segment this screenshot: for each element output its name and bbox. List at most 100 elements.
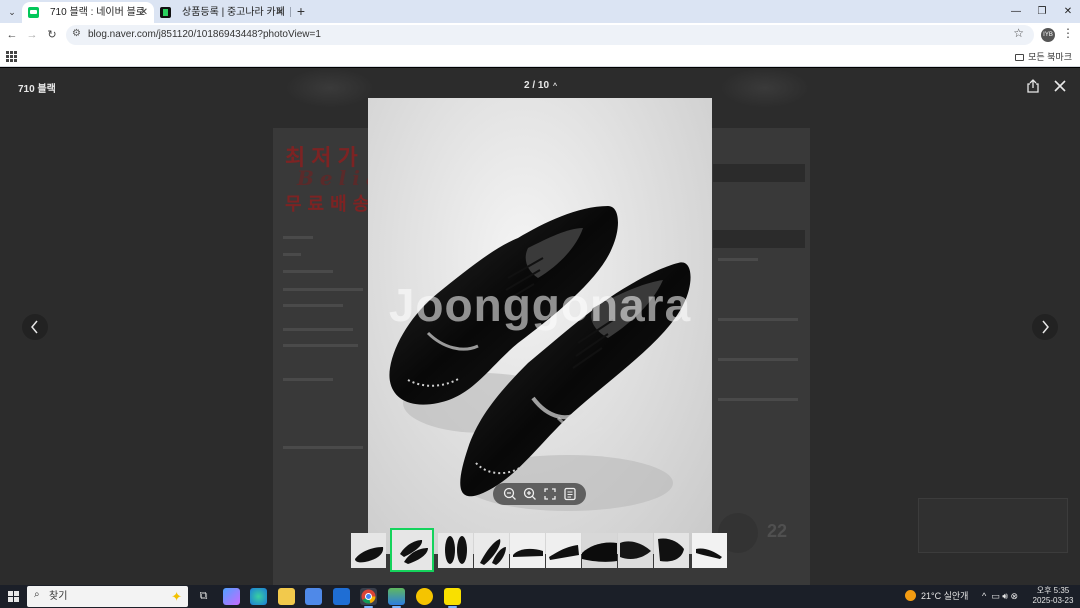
volume-icon[interactable]: 🔊︎ xyxy=(1002,591,1008,601)
apps-grid-icon[interactable] xyxy=(6,51,17,62)
tray-chevron-icon[interactable]: ^ xyxy=(982,591,986,601)
close-icon[interactable] xyxy=(1051,77,1069,95)
outlook-icon[interactable] xyxy=(333,588,350,605)
background-line xyxy=(718,358,798,361)
background-line xyxy=(283,253,301,256)
thumbnail-image xyxy=(351,533,386,568)
next-photo-button[interactable] xyxy=(1032,314,1058,340)
weather-widget[interactable]: 21°C 실안개 xyxy=(905,585,968,608)
previous-photo-button[interactable] xyxy=(22,314,48,340)
bookmark-star-icon[interactable]: ☆ xyxy=(1013,26,1024,40)
background-line xyxy=(283,288,363,291)
restore-button[interactable]: ❐ xyxy=(1028,0,1056,23)
close-tab-icon[interactable]: ✕ xyxy=(140,2,148,23)
thumbnail[interactable] xyxy=(474,533,509,568)
chrome-taskbar-icon[interactable] xyxy=(360,588,377,608)
profile-avatar[interactable]: IYB xyxy=(1041,28,1055,42)
start-button[interactable] xyxy=(8,591,19,602)
background-sidebar-box xyxy=(713,164,805,182)
list-view-icon[interactable] xyxy=(562,486,578,502)
minimize-button[interactable]: — xyxy=(1002,0,1030,23)
copilot-app-icon[interactable] xyxy=(223,588,240,605)
windows-taskbar: ⌕ 찾기 ✦ ⧉ 21°C 실안개 ^ ▭ 🔊︎ ⊗ 오후 5:35 2025-… xyxy=(0,585,1080,608)
back-arrow-icon[interactable]: ← xyxy=(3,26,21,44)
thumbnail-image xyxy=(474,533,509,568)
close-window-button[interactable]: ✕ xyxy=(1054,0,1080,23)
network-icon[interactable]: ▭ xyxy=(991,591,1000,601)
system-tray[interactable]: ^ ▭ 🔊︎ ⊗ xyxy=(982,585,1018,608)
tab-divider xyxy=(290,7,291,17)
tab-joongna[interactable]: 상품등록 | 중고나라 카페에서 ✕ xyxy=(154,2,290,39)
background-line xyxy=(283,446,363,449)
file-explorer-icon[interactable] xyxy=(278,588,295,605)
forward-arrow-icon[interactable]: → xyxy=(23,26,41,44)
background-figure xyxy=(720,68,810,108)
taskbar-search[interactable]: ⌕ 찾기 ✦ xyxy=(27,586,188,607)
thumbnail-image xyxy=(510,533,545,568)
all-bookmarks-button[interactable]: 모든 북마크 xyxy=(1015,47,1072,67)
photo-counter[interactable]: 2 / 10 ^ xyxy=(524,80,557,91)
main-photo[interactable]: Joonggonara xyxy=(368,98,712,554)
stacked-app-icon[interactable] xyxy=(388,588,405,608)
search-icon: ⌕ xyxy=(34,589,40,600)
url-text[interactable]: blog.naver.com/j851120/10186943448?photo… xyxy=(88,25,321,45)
photo-counter-text: 2 / 10 xyxy=(524,80,550,91)
background-line xyxy=(283,344,358,347)
clock-time: 오후 5:35 xyxy=(1036,586,1070,595)
kakaotalk-icon[interactable] xyxy=(444,588,461,608)
address-bar[interactable]: ⚙ blog.naver.com/j851120/10186943448?pho… xyxy=(66,25,1034,45)
share-icon[interactable] xyxy=(1025,78,1041,94)
taskbar-clock[interactable]: 오후 5:35 2025-03-23 xyxy=(1032,586,1074,606)
naver-blog-icon xyxy=(28,7,39,18)
new-tab-button[interactable]: + xyxy=(292,2,310,20)
notification-icon[interactable]: ⊗ xyxy=(1010,591,1018,601)
background-line xyxy=(283,328,353,331)
thumbnail-image xyxy=(392,530,432,570)
tab-naver-blog[interactable]: 710 블랙 : 네이버 블로그 ✕ xyxy=(22,2,154,39)
joongna-icon xyxy=(160,7,171,18)
thumbnail-image xyxy=(582,533,617,568)
taskbar-search-placeholder: 찾기 xyxy=(49,591,68,602)
browser-toolbar: ← → ↻ ⚙ blog.naver.com/j851120/101869434… xyxy=(0,23,1080,47)
tab-search-chevron-icon[interactable]: ⌄ xyxy=(4,4,20,20)
thumbnail-image xyxy=(692,533,727,568)
thumbnail[interactable] xyxy=(438,533,473,568)
thumbnail-image xyxy=(618,533,653,568)
thumbnail-image xyxy=(546,533,581,568)
photo-viewer: 최저가 Belia 무료배송 22 710 블랙 2 / 10 ^ Joongg… xyxy=(0,68,1080,585)
background-line xyxy=(718,258,758,261)
task-view-icon[interactable]: ⧉ xyxy=(195,588,212,605)
thumbnail[interactable] xyxy=(510,533,545,568)
reload-icon[interactable]: ↻ xyxy=(43,26,61,44)
viewer-title: 710 블랙 xyxy=(18,84,56,95)
zoom-in-icon[interactable] xyxy=(522,486,538,502)
background-text: 무료배송 xyxy=(285,194,376,214)
chevron-up-icon[interactable]: ^ xyxy=(553,83,557,90)
tab-strip: ⌄ 710 블랙 : 네이버 블로그 ✕ 상품등록 | 중고나라 카페에서 ✕ … xyxy=(0,0,1080,39)
menu-kebab-icon[interactable]: ⋮ xyxy=(1062,26,1074,40)
zoom-toolbar xyxy=(493,483,586,505)
thumbnail[interactable] xyxy=(692,533,727,568)
site-info-icon[interactable]: ⚙ xyxy=(72,28,81,39)
thumbnail-selected[interactable] xyxy=(390,528,434,572)
thumbnail[interactable] xyxy=(618,533,653,568)
thumbnail[interactable] xyxy=(654,533,689,568)
background-line xyxy=(718,318,798,321)
chevron-right-icon xyxy=(1042,320,1049,334)
edge-browser-icon[interactable] xyxy=(250,588,267,605)
background-figure xyxy=(285,68,375,108)
ms-store-icon[interactable] xyxy=(305,588,322,605)
background-line xyxy=(283,304,343,307)
thumbnail[interactable] xyxy=(351,533,386,568)
background-line xyxy=(283,270,333,273)
chrome-icon xyxy=(361,589,376,604)
thumbnail[interactable] xyxy=(582,533,617,568)
background-line xyxy=(283,378,333,381)
thumbnail-image xyxy=(654,533,689,568)
zoom-out-icon[interactable] xyxy=(502,486,518,502)
round-app-icon[interactable] xyxy=(416,588,433,605)
close-tab-icon[interactable]: ✕ xyxy=(276,2,284,23)
thumbnail[interactable] xyxy=(546,533,581,568)
watermark-text: Joonggonara xyxy=(388,279,692,331)
fullscreen-icon[interactable] xyxy=(542,486,558,502)
